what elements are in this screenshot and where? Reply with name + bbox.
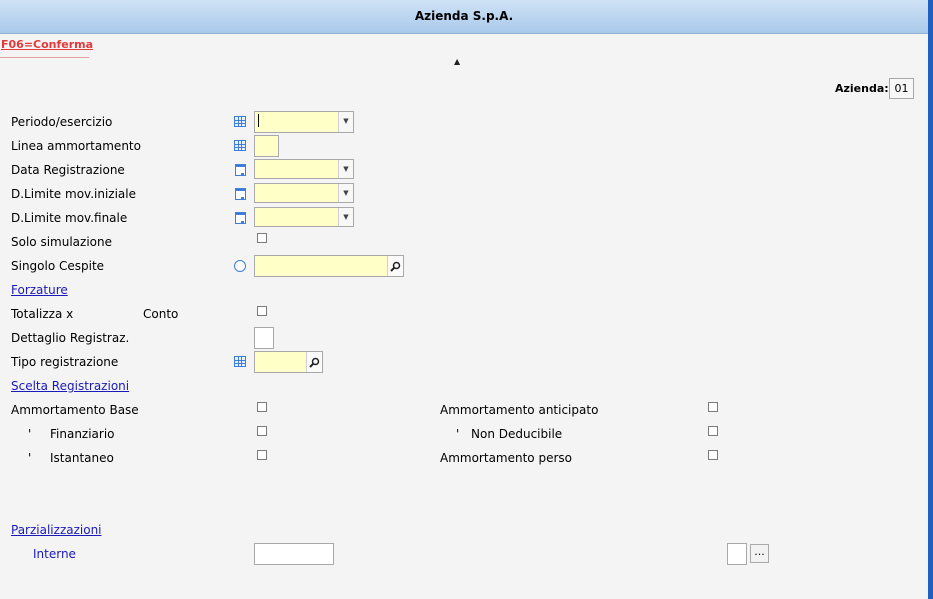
- scelta-registrazioni-link[interactable]: Scelta Registrazioni: [11, 379, 129, 393]
- azienda-field[interactable]: 01: [889, 78, 914, 99]
- table-icon[interactable]: [234, 356, 246, 367]
- window-title-bar: Azienda S.p.A.: [0, 0, 928, 34]
- data-reg-label: Data Registrazione: [11, 163, 125, 177]
- dlimite-iniziale-label: D.Limite mov.iniziale: [11, 187, 136, 201]
- non-deducibile-checkbox[interactable]: [708, 426, 718, 436]
- periodo-label: Periodo/esercizio: [11, 115, 113, 129]
- solo-simulazione-checkbox[interactable]: [257, 233, 267, 243]
- ammortamento-base-label: Ammortamento Base: [11, 403, 139, 417]
- window-title: Azienda S.p.A.: [414, 9, 514, 23]
- search-icon[interactable]: [387, 256, 403, 276]
- table-icon[interactable]: [234, 140, 246, 151]
- solo-simulazione-label: Solo simulazione: [11, 235, 112, 249]
- dlimite-finale-label: D.Limite mov.finale: [11, 211, 128, 225]
- ammortamento-perso-checkbox[interactable]: [708, 450, 718, 460]
- conto-label: Conto: [143, 307, 179, 321]
- istantaneo-label: Istantaneo: [50, 451, 114, 465]
- parzializzazioni-link[interactable]: Parzializzazioni: [11, 523, 102, 537]
- interne-extra-field[interactable]: [727, 543, 747, 565]
- interne-label: Interne: [33, 547, 76, 561]
- periodo-select[interactable]: ▼: [254, 111, 354, 133]
- more-options-button[interactable]: ...: [750, 544, 769, 563]
- radio-icon[interactable]: [234, 260, 246, 272]
- dlimite-finale-field[interactable]: ▼: [254, 207, 354, 227]
- ammortamento-anticipato-label: Ammortamento anticipato: [440, 403, 599, 417]
- finanziario-tick: ': [28, 427, 32, 441]
- chevron-down-icon[interactable]: ▼: [338, 184, 353, 202]
- finanziario-label: Finanziario: [50, 427, 115, 441]
- window-right-edge: [928, 0, 933, 599]
- non-deducibile-tick: ': [456, 427, 460, 441]
- linea-field[interactable]: [254, 135, 279, 157]
- forzature-section-link[interactable]: Forzature: [11, 283, 68, 297]
- istantaneo-checkbox[interactable]: [257, 450, 267, 460]
- dettaglio-field[interactable]: [254, 327, 274, 349]
- ammortamento-perso-label: Ammortamento perso: [440, 451, 572, 465]
- tipo-reg-label: Tipo registrazione: [11, 355, 119, 369]
- calendar-icon[interactable]: [235, 164, 246, 176]
- finanziario-checkbox[interactable]: [257, 426, 267, 436]
- calendar-icon[interactable]: [235, 212, 246, 224]
- confirm-button[interactable]: F06=Conferma: [0, 35, 93, 58]
- collapse-arrow-icon[interactable]: ▲: [454, 57, 460, 66]
- ammortamento-anticipato-checkbox[interactable]: [708, 402, 718, 412]
- dlimite-iniziale-field[interactable]: ▼: [254, 183, 354, 203]
- azienda-label: Azienda:: [835, 82, 889, 95]
- table-icon[interactable]: [234, 116, 246, 127]
- non-deducibile-label: Non Deducibile: [471, 427, 563, 441]
- totalizza-conto-checkbox[interactable]: [257, 306, 267, 316]
- dettaglio-label: Dettaglio Registraz.: [11, 331, 130, 345]
- chevron-down-icon[interactable]: ▼: [338, 112, 353, 132]
- singolo-cespite-label: Singolo Cespite: [11, 259, 105, 273]
- tipo-reg-field[interactable]: [254, 351, 323, 373]
- data-reg-field[interactable]: ▼: [254, 159, 354, 179]
- calendar-icon[interactable]: [235, 188, 246, 200]
- chevron-down-icon[interactable]: ▼: [338, 160, 353, 178]
- istantaneo-tick: ': [28, 451, 32, 465]
- chevron-down-icon[interactable]: ▼: [338, 208, 353, 226]
- text-caret: [258, 114, 259, 127]
- ammortamento-base-checkbox[interactable]: [257, 402, 267, 412]
- linea-label: Linea ammortamento: [11, 139, 141, 153]
- search-icon[interactable]: [306, 352, 322, 372]
- interne-field[interactable]: [254, 543, 334, 565]
- singolo-cespite-field[interactable]: [254, 255, 404, 277]
- totalizza-label: Totalizza x: [11, 307, 74, 321]
